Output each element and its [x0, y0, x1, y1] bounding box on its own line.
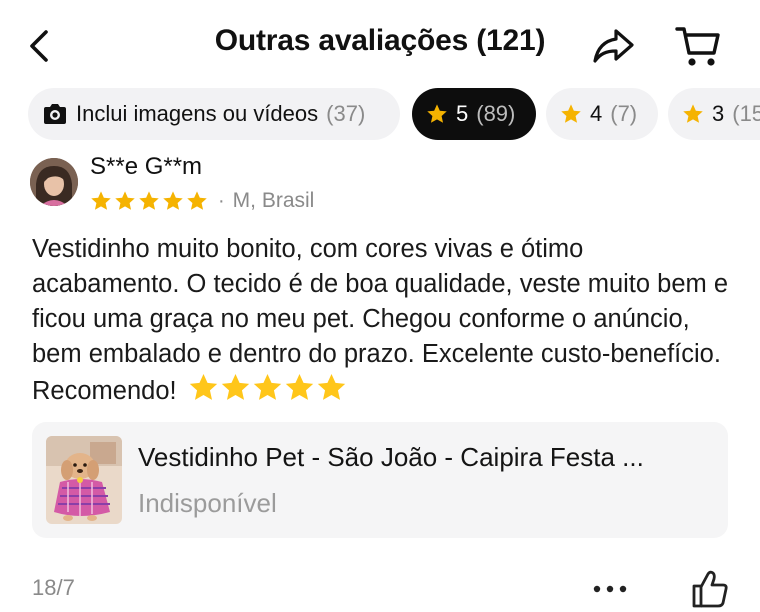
filter-chip-label: 5 [456, 101, 469, 126]
star-icon [426, 103, 448, 125]
review-rating: · M, Brasil [90, 188, 314, 214]
thumbs-up-icon [692, 570, 728, 608]
star-icon [91, 191, 111, 210]
filter-chip-4-stars[interactable]: 4 (7) [546, 88, 658, 140]
star-icon [285, 373, 313, 400]
star-icon [115, 191, 135, 210]
star-icon [187, 191, 207, 210]
more-dots-icon [593, 585, 627, 593]
helpful-button[interactable] [688, 566, 732, 612]
filter-chip-5-stars[interactable]: 5 (89) [412, 88, 536, 140]
filter-chip-count: (7) [610, 101, 638, 126]
star-icon [560, 103, 582, 125]
top-bar: Outras avaliações (121) [0, 0, 760, 92]
star-icon [253, 373, 281, 400]
page-title: Outras avaliações (121) [214, 24, 546, 57]
reviewer-avatar[interactable] [30, 158, 78, 206]
separator-dot: · [218, 189, 225, 212]
star-emojis [188, 372, 347, 403]
filter-chip-count: (37) [326, 101, 366, 126]
star-icon [221, 373, 249, 400]
star-icon [163, 191, 183, 210]
cart-button[interactable] [672, 20, 724, 72]
filter-chip-count: (89) [476, 101, 516, 126]
filter-chip-label: 3 [712, 101, 725, 126]
camera-icon [42, 103, 68, 125]
share-arrow-icon [593, 29, 634, 63]
filter-chip-label: Inclui imagens ou vídeos [76, 101, 319, 126]
star-icon [139, 191, 159, 210]
filter-chip-3-stars[interactable]: 3 (15 [668, 88, 760, 140]
filter-chip-media[interactable]: Inclui imagens ou vídeos (37) [28, 88, 400, 140]
more-options-button[interactable] [588, 572, 632, 606]
star-rating [90, 190, 208, 212]
review-date: 18/7 [32, 575, 75, 600]
star-icon [189, 373, 217, 400]
star-icon [317, 373, 345, 400]
review-meta: M, Brasil [232, 189, 315, 212]
product-thumbnail [46, 436, 122, 524]
cart-icon [675, 27, 720, 66]
product-status: Indisponível [138, 488, 277, 518]
share-button[interactable] [590, 22, 638, 70]
review-body: Vestidinho muito bonito, com cores vivas… [32, 232, 732, 409]
filter-chip-label: 4 [590, 101, 603, 126]
product-card[interactable]: Vestidinho Pet - São João - Caipira Fest… [32, 422, 728, 538]
star-icon [682, 103, 704, 125]
review-text: Vestidinho muito bonito, com cores vivas… [32, 235, 729, 405]
reviewer-name: S**e G**m [90, 153, 203, 180]
filter-chip-count: (15 [732, 101, 760, 126]
rating-filter-bar: Inclui imagens ou vídeos (37) 5 (89) 4 (… [0, 88, 760, 142]
product-title: Vestidinho Pet - São João - Caipira Fest… [138, 442, 644, 472]
